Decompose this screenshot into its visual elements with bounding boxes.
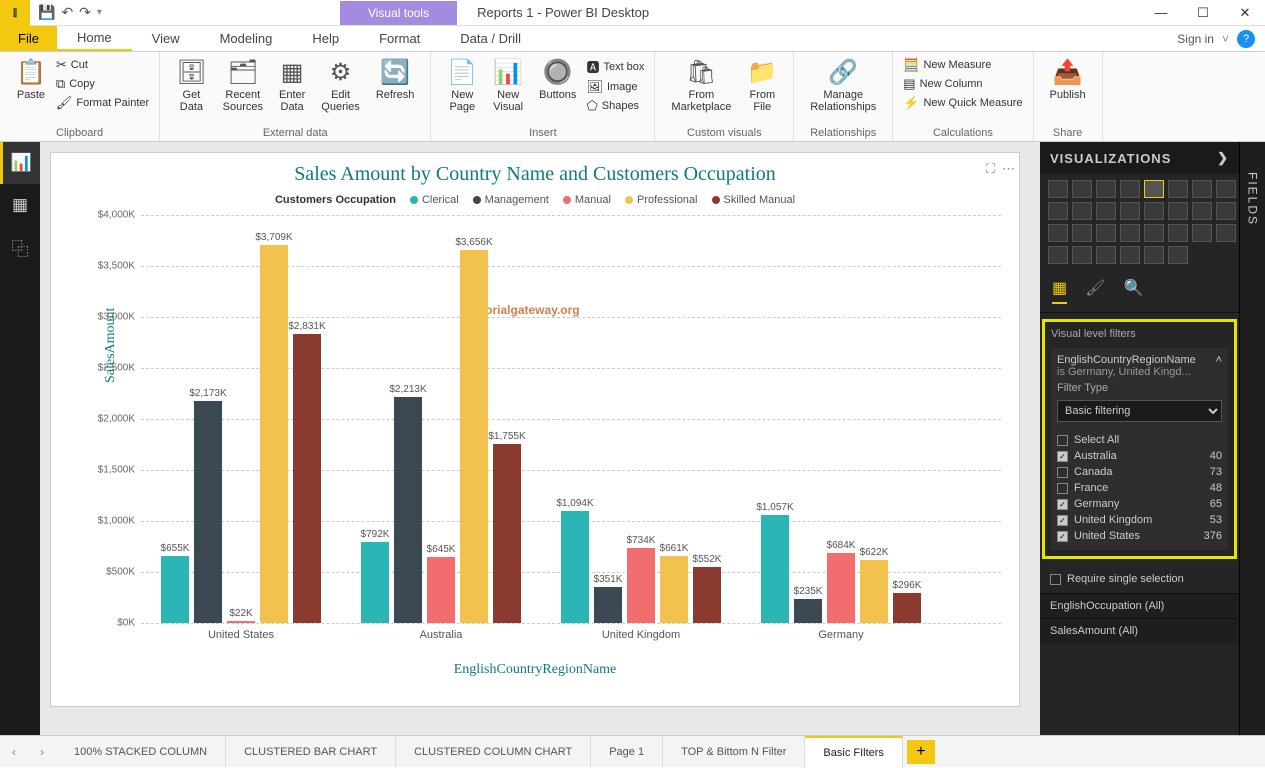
- new-quick-measure-button[interactable]: ⚡New Quick Measure: [903, 94, 1022, 112]
- help-icon[interactable]: ?: [1237, 30, 1255, 48]
- maximize-button[interactable]: ☐: [1183, 0, 1223, 26]
- collapse-icon[interactable]: ˄: [1216, 354, 1222, 366]
- fields-pane-collapsed[interactable]: FIELDS: [1239, 142, 1265, 735]
- data-view-icon[interactable]: ▦: [0, 184, 40, 226]
- image-button[interactable]: 🖼Image: [586, 78, 644, 96]
- page-tab[interactable]: CLUSTERED BAR CHART: [226, 736, 396, 768]
- filter-item[interactable]: ✓Australia40: [1057, 448, 1222, 464]
- cut-button[interactable]: ✂Cut: [56, 56, 149, 74]
- file-menu[interactable]: File: [0, 26, 57, 51]
- enter-data-button[interactable]: ▦Enter Data: [273, 56, 311, 115]
- from-marketplace-button[interactable]: 🛍From Marketplace: [665, 56, 737, 115]
- manage-relationships-button[interactable]: 🔗Manage Relationships: [804, 56, 882, 115]
- get-data-button[interactable]: 🗄Get Data: [170, 56, 212, 115]
- visualizations-pane: VISUALIZATIONS❯ ▦ 🖌 🔍 Visual level filte…: [1040, 142, 1265, 735]
- chart-legend: Customers OccupationClericalManagementMa…: [51, 194, 1019, 206]
- app-logo: ⫾: [0, 0, 30, 26]
- left-nav: 📊 ▦ ⿻: [0, 142, 40, 735]
- page-tab[interactable]: TOP & Bittom N Filter: [663, 736, 805, 768]
- buttons-button[interactable]: 🔘Buttons: [533, 56, 582, 103]
- chart-plot-area: $0K$500K$1,000K$1,500K$2,000K$2,500K$3,0…: [141, 215, 1001, 655]
- filter-type-select[interactable]: Basic filtering: [1057, 400, 1222, 422]
- format-tab-icon[interactable]: 🖌: [1085, 278, 1105, 304]
- chart-title: Sales Amount by Country Name and Custome…: [51, 153, 1019, 186]
- report-visual[interactable]: ⛶ ⋯ Sales Amount by Country Name and Cus…: [50, 152, 1020, 707]
- save-icon[interactable]: 💾: [38, 4, 55, 21]
- view-tab[interactable]: View: [132, 26, 200, 51]
- undo-icon[interactable]: ↶: [61, 4, 73, 21]
- filter-well-occupation[interactable]: EnglishOccupation (All): [1040, 593, 1239, 618]
- x-axis-label: EnglishCountryRegionName: [51, 662, 1019, 678]
- refresh-button[interactable]: 🔄Refresh: [370, 56, 421, 103]
- require-single-checkbox[interactable]: Require single selection: [1067, 573, 1184, 585]
- filter-item[interactable]: ✓United Kingdom53: [1057, 512, 1222, 528]
- filter-item[interactable]: ✓United States376: [1057, 528, 1222, 544]
- datadrill-tab[interactable]: Data / Drill: [440, 26, 541, 51]
- canvas: ⛶ ⋯ Sales Amount by Country Name and Cus…: [40, 142, 1040, 735]
- page-tab[interactable]: 100% STACKED COLUMN: [56, 736, 226, 768]
- filter-item[interactable]: France48: [1057, 480, 1222, 496]
- visualization-gallery[interactable]: [1040, 174, 1239, 270]
- menubar: File Home View Modeling Help Format Data…: [0, 26, 1265, 52]
- textbox-button[interactable]: 🅰Text box: [586, 56, 644, 77]
- minimize-button[interactable]: —: [1141, 0, 1181, 26]
- window-title: Reports 1 - Power BI Desktop: [477, 5, 1141, 20]
- home-tab[interactable]: Home: [57, 26, 132, 51]
- analytics-tab-icon[interactable]: 🔍: [1123, 278, 1143, 304]
- close-button[interactable]: ✕: [1225, 0, 1265, 26]
- shapes-button[interactable]: ⬠Shapes: [586, 97, 644, 115]
- fields-tab-icon[interactable]: ▦: [1052, 278, 1067, 304]
- ribbon: 📋Paste ✂Cut ⧉Copy 🖌Format Painter Clipbo…: [0, 52, 1265, 142]
- edit-queries-button[interactable]: ⚙Edit Queries: [315, 56, 366, 115]
- model-view-icon[interactable]: ⿻: [0, 226, 40, 268]
- tab-scroll-right[interactable]: ›: [28, 745, 56, 759]
- tab-scroll-left[interactable]: ‹: [0, 745, 28, 759]
- from-file-button[interactable]: 📁From File: [741, 56, 783, 115]
- visual-level-filters: Visual level filters EnglishCountryRegio…: [1042, 319, 1237, 559]
- redo-icon[interactable]: ↷: [79, 4, 91, 21]
- add-page-button[interactable]: +: [907, 740, 935, 764]
- report-view-icon[interactable]: 📊: [0, 142, 40, 184]
- chevron-right-icon[interactable]: ❯: [1217, 150, 1229, 166]
- filter-well-sales[interactable]: SalesAmount (All): [1040, 618, 1239, 643]
- more-options-icon[interactable]: ⋯: [1002, 161, 1015, 177]
- filter-item[interactable]: ✓Germany65: [1057, 496, 1222, 512]
- format-painter-button[interactable]: 🖌Format Painter: [56, 94, 149, 112]
- page-tab[interactable]: Page 1: [591, 736, 663, 768]
- publish-button[interactable]: 📤Publish: [1044, 56, 1092, 103]
- focus-mode-icon[interactable]: ⛶: [986, 161, 995, 177]
- page-tab[interactable]: CLUSTERED COLUMN CHART: [396, 736, 591, 768]
- paste-button[interactable]: 📋Paste: [10, 56, 52, 103]
- filter-item[interactable]: Canada73: [1057, 464, 1222, 480]
- format-tab[interactable]: Format: [359, 26, 440, 51]
- page-tab[interactable]: Basic FIlters: [805, 736, 903, 768]
- new-measure-button[interactable]: 🧮New Measure: [903, 56, 1022, 74]
- new-column-button[interactable]: ▤New Column: [903, 75, 1022, 93]
- visual-tools-tab[interactable]: Visual tools: [340, 1, 457, 25]
- copy-button[interactable]: ⧉Copy: [56, 75, 149, 93]
- recent-sources-button[interactable]: 🗂Recent Sources: [217, 56, 269, 115]
- sign-in-link[interactable]: Sign in: [1177, 32, 1214, 46]
- titlebar: ⫾ 💾 ↶ ↷ ▾ Visual tools Reports 1 - Power…: [0, 0, 1265, 26]
- new-visual-button[interactable]: 📊New Visual: [487, 56, 529, 115]
- page-tabs: ‹ › 100% STACKED COLUMNCLUSTERED BAR CHA…: [0, 735, 1265, 767]
- new-page-button[interactable]: 📄New Page: [441, 56, 483, 115]
- modeling-tab[interactable]: Modeling: [200, 26, 293, 51]
- help-tab[interactable]: Help: [292, 26, 359, 51]
